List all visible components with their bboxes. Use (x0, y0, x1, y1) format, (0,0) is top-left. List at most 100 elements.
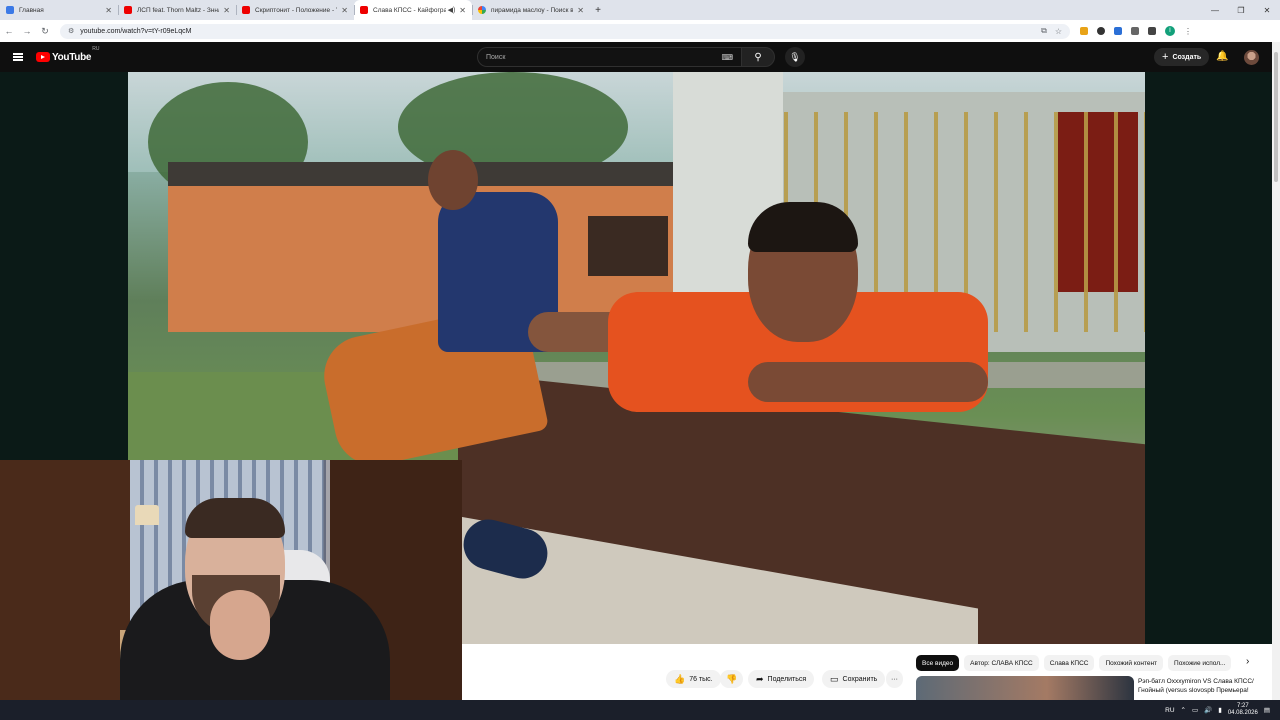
browser-menu-icon[interactable]: ⋮ (1184, 27, 1192, 36)
volume-icon[interactable]: 🔊 (1204, 706, 1212, 714)
close-window-icon[interactable]: ✕ (1254, 0, 1280, 20)
recommendation-thumbnail[interactable] (916, 676, 1134, 700)
url-text: youtube.com/watch?v=tY-r09eLqcM (80, 27, 192, 35)
video-person-arm (748, 362, 988, 402)
network-icon[interactable]: ▭ (1192, 706, 1198, 714)
address-bar[interactable]: ⚙ youtube.com/watch?v=tY-r09eLqcM ⧉ ☆ (60, 23, 1070, 39)
webcam-lamp (135, 505, 159, 525)
extension-icon[interactable] (1148, 27, 1156, 35)
youtube-favicon-icon (242, 6, 250, 14)
install-app-icon[interactable]: ⧉ (1041, 26, 1047, 36)
tab-title: пирамида маслоу - Поиск в G... (491, 6, 574, 14)
chevron-right-icon[interactable]: › (1246, 656, 1249, 667)
page-scrollbar[interactable] (1272, 42, 1280, 700)
like-button[interactable]: 👍 76 тыс. (666, 670, 721, 688)
chevron-up-icon[interactable]: ⌃ (1181, 706, 1186, 714)
chip-similar-performers[interactable]: Похожие испол... (1168, 655, 1232, 671)
close-tab-icon[interactable]: ✕ (105, 6, 112, 15)
account-avatar[interactable] (1244, 50, 1259, 65)
webcam-cabinet (0, 460, 130, 720)
speaker-icon[interactable]: ◀) (448, 6, 456, 14)
forward-icon[interactable]: → (18, 26, 36, 36)
chip-all-videos[interactable]: Все видео (916, 655, 960, 671)
webcam-overlay (0, 460, 462, 720)
reload-icon[interactable]: ↻ (36, 26, 54, 37)
battery-icon[interactable]: ▮ (1218, 706, 1222, 714)
tab-title: ЛСП feat. Thorn Maltz - Знна... (137, 6, 220, 14)
window-controls: — ❐ ✕ (1202, 0, 1280, 20)
keyboard-icon[interactable]: ⌨ (721, 53, 733, 62)
search-input[interactable]: Поиск ⌨ (477, 47, 741, 67)
extension-icon[interactable] (1114, 27, 1122, 35)
tab-title: Скриптонит - Положение - Yo... (255, 6, 337, 14)
clock[interactable]: 7:27 04.08.2026 (1228, 703, 1258, 717)
back-icon[interactable]: ← (0, 26, 18, 36)
close-tab-icon[interactable]: ✕ (223, 6, 230, 15)
recommendation-title[interactable]: Рэп-батл Oxxxymiron VS Слава КПСС/ Гнойн… (1138, 677, 1268, 695)
youtube-favicon-icon (124, 6, 132, 14)
clock-time: 7:27 (1236, 703, 1249, 709)
os-taskbar: RU ⌃ ▭ 🔊 ▮ 7:27 04.08.2026 ▤ (0, 700, 1280, 720)
youtube-masthead: YouTube RU Поиск ⌨ ⚲ 🎙 + Создать 🔔 (0, 42, 1272, 72)
browser-tab-active[interactable]: Слава КПСС - Кайфоград (... ◀) ✕ (354, 0, 472, 20)
browser-tab[interactable]: Скриптонит - Положение - Yo... ✕ (236, 0, 354, 20)
profile-avatar-icon[interactable]: I (1165, 26, 1175, 36)
search-button[interactable]: ⚲ (741, 47, 775, 67)
share-label: Поделиться (767, 675, 807, 683)
thumb-down-icon: 👎 (726, 673, 738, 684)
share-button[interactable]: ➦ Поделиться (748, 670, 815, 688)
youtube-play-icon (36, 52, 50, 62)
more-actions-button[interactable]: ··· (886, 670, 903, 688)
chip-author[interactable]: Автор: СЛАВА КПСС (964, 655, 1039, 671)
extension-icon[interactable] (1080, 27, 1088, 35)
tab-title: Главная (19, 6, 44, 14)
dislike-button[interactable]: 👎 (720, 670, 744, 688)
chip-similar[interactable]: Похожий контент (1099, 655, 1164, 671)
maximize-icon[interactable]: ❐ (1228, 0, 1254, 20)
new-tab-button[interactable]: + (590, 0, 606, 20)
notifications-icon[interactable]: ▤ (1264, 706, 1270, 714)
create-label: Создать (1172, 53, 1202, 61)
browser-tabstrip: Главная ✕ ЛСП feat. Thorn Maltz - Знна..… (0, 0, 1280, 20)
save-button[interactable]: ▭ Сохранить (822, 670, 886, 688)
scrollbar-thumb[interactable] (1274, 52, 1278, 182)
youtube-favicon-icon (360, 6, 368, 14)
logo-text: YouTube (52, 51, 92, 63)
browser-tab[interactable]: Главная ✕ (0, 0, 118, 20)
clock-date: 04.08.2026 (1227, 710, 1258, 716)
browser-tab[interactable]: ЛСП feat. Thorn Maltz - Знна... ✕ (118, 0, 236, 20)
search-icon: ⚲ (754, 51, 762, 63)
minimize-icon[interactable]: — (1202, 0, 1228, 20)
notifications-bell-icon[interactable]: 🔔 (1216, 51, 1228, 62)
more-icon: ··· (891, 675, 898, 683)
create-button[interactable]: + Создать (1154, 48, 1210, 66)
search-box: Поиск ⌨ ⚲ (477, 47, 775, 67)
related-chips: Все видео Автор: СЛАВА КПСС Слава КПСС П… (916, 655, 1232, 671)
share-icon: ➦ (756, 673, 764, 684)
webcam-person-hair (185, 498, 285, 538)
youtube-logo[interactable]: YouTube RU (36, 46, 99, 63)
language-indicator[interactable]: RU (1165, 707, 1174, 714)
save-label: Сохранить (842, 675, 878, 683)
site-info-icon[interactable]: ⚙ (68, 27, 74, 35)
voice-search-icon[interactable]: 🎙 (785, 47, 805, 67)
browser-tab[interactable]: пирамида маслоу - Поиск в G... ✕ (472, 0, 590, 20)
google-favicon-icon (478, 6, 486, 14)
plus-icon: + (1162, 51, 1169, 63)
extensions-area: I ⋮ (1080, 26, 1192, 36)
system-tray: RU ⌃ ▭ 🔊 ▮ 7:27 04.08.2026 ▤ (1165, 700, 1270, 720)
guide-menu-icon[interactable] (0, 56, 36, 58)
close-tab-icon[interactable]: ✕ (341, 6, 348, 15)
thumb-up-icon: 👍 (674, 673, 686, 684)
search-placeholder: Поиск (486, 53, 506, 61)
region-label: RU (92, 45, 100, 52)
extension-icon[interactable] (1097, 27, 1105, 35)
close-tab-icon[interactable]: ✕ (459, 6, 466, 15)
video-person-head (428, 150, 478, 210)
bookmark-star-icon[interactable]: ☆ (1055, 27, 1062, 36)
like-count: 76 тыс. (689, 675, 713, 683)
extensions-puzzle-icon[interactable] (1131, 27, 1139, 35)
close-tab-icon[interactable]: ✕ (577, 6, 584, 15)
chip-channel[interactable]: Слава КПСС (1043, 655, 1095, 671)
home-favicon-icon (6, 6, 14, 14)
